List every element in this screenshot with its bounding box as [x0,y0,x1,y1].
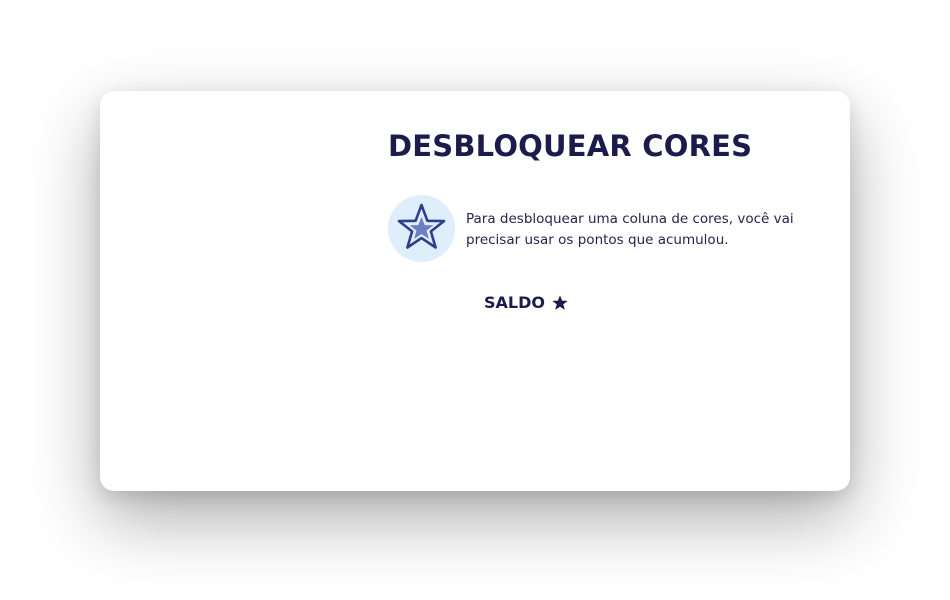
dialog-side-panel [100,91,370,491]
star-outline-icon-graphic [397,203,446,249]
balance-display: SALDO [484,293,569,312]
dialog-title: DESBLOQUEAR CORES [388,129,753,163]
star-icon-shape [552,294,568,310]
info-description: Para desbloquear uma coluna de cores, vo… [466,211,794,248]
info-row: Para desbloquear uma coluna de cores, vo… [388,195,818,263]
star-icon [552,294,568,310]
balance-label: SALDO [484,293,545,312]
page: DESBLOQUEAR CORES Para desbloquear uma c… [0,0,950,600]
star-outline-icon [388,195,455,262]
unlock-colors-dialog: DESBLOQUEAR CORES Para desbloquear uma c… [100,91,850,491]
